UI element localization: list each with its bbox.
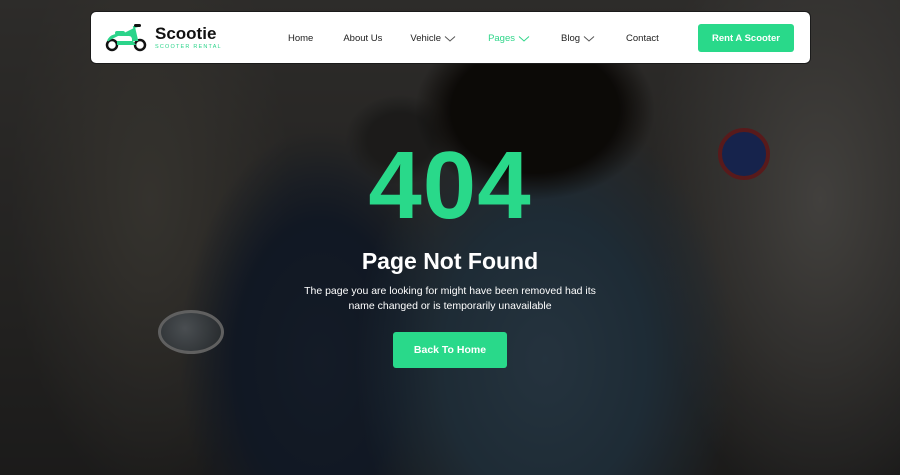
error-description: The page you are looking for might have … bbox=[304, 285, 596, 312]
brand-name: Scootie bbox=[155, 23, 217, 43]
nav-item-label: Pages bbox=[488, 33, 515, 44]
brand-tagline: SCOOTER RENTAL bbox=[155, 43, 222, 50]
nav-item-blog[interactable]: Blog bbox=[561, 33, 595, 44]
error-code: 404 bbox=[368, 132, 532, 239]
nav-item-label: Blog bbox=[561, 33, 581, 44]
nav-item-about-us[interactable]: About Us bbox=[343, 33, 382, 44]
rent-a-scooter-button[interactable]: Rent A Scooter bbox=[698, 24, 794, 52]
nav-item-label: Vehicle bbox=[410, 33, 442, 44]
chevron-down-icon bbox=[444, 35, 456, 42]
nav-item-home[interactable]: Home bbox=[288, 33, 313, 44]
chevron-down-icon bbox=[518, 35, 530, 42]
nav-item-pages[interactable]: Pages bbox=[488, 33, 530, 44]
error-content: 404 Page Not Found The page you are look… bbox=[0, 132, 900, 368]
navbar: Scootie SCOOTER RENTAL Home About Us Veh… bbox=[90, 11, 811, 64]
nav-item-contact[interactable]: Contact bbox=[626, 33, 659, 44]
nav-item-vehicle[interactable]: Vehicle bbox=[410, 33, 456, 44]
page-title: Page Not Found bbox=[361, 248, 539, 274]
back-to-home-button[interactable]: Back To Home bbox=[393, 332, 507, 368]
nav-item-label: About Us bbox=[343, 33, 383, 44]
chevron-down-icon bbox=[583, 35, 595, 42]
main-nav: Home About Us Vehicle Pages Blog Contact bbox=[288, 12, 659, 65]
nav-item-label: Home bbox=[288, 33, 314, 44]
brand-logo-link[interactable]: Scootie SCOOTER RENTAL bbox=[103, 22, 222, 52]
scooter-logo-icon bbox=[105, 24, 147, 52]
nav-item-label: Contact bbox=[626, 33, 659, 44]
